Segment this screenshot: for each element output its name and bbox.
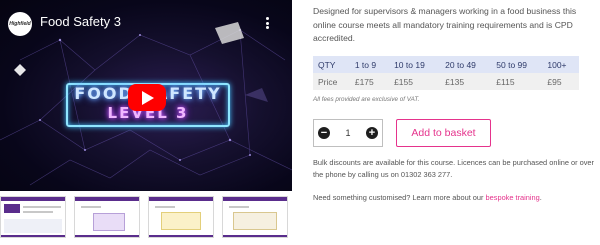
thumbnail-3[interactable]: [148, 196, 214, 238]
qty-tier: 50 to 99: [491, 56, 543, 73]
price-tier: £115: [491, 73, 543, 90]
play-button[interactable]: [128, 84, 166, 111]
thumbnail-strip: [0, 196, 292, 238]
quantity-stepper: − 1 +: [313, 119, 383, 147]
video-title[interactable]: Food Safety 3: [40, 14, 121, 29]
bespoke-training-link[interactable]: bespoke training: [486, 193, 540, 202]
price-tier: £175: [349, 73, 390, 90]
qty-tier: 100+: [542, 56, 579, 73]
customise-text: Need something customised? Learn more ab…: [313, 193, 598, 202]
course-description: Designed for supervisors & managers work…: [313, 6, 577, 43]
pricing-price-row: Price £175 £155 £135 £115 £95: [313, 73, 579, 90]
qty-tier: 1 to 9: [349, 56, 390, 73]
minus-icon[interactable]: −: [318, 127, 330, 139]
price-tier: £155: [389, 73, 441, 90]
qty-tier: 10 to 19: [389, 56, 441, 73]
thumbnail-4[interactable]: [222, 196, 288, 238]
price-tier: £135: [440, 73, 492, 90]
pricing-qty-row: QTY 1 to 9 10 to 19 20 to 49 50 to 99 10…: [313, 56, 579, 73]
qty-header: QTY: [313, 56, 350, 73]
price-header: Price: [313, 73, 350, 90]
thumbnail-2[interactable]: [74, 196, 140, 238]
video-player[interactable]: Highfield Food Safety 3 FOOD SAFETY LEVE…: [0, 0, 292, 191]
play-icon: [142, 90, 154, 105]
plus-icon[interactable]: +: [365, 127, 378, 139]
channel-logo[interactable]: Highfield: [8, 12, 32, 36]
bulk-discount-text: Bulk discounts are available for this co…: [313, 158, 595, 179]
more-vertical-icon[interactable]: [262, 14, 272, 32]
thumbnail-1[interactable]: [0, 196, 66, 238]
price-tier: £95: [542, 73, 579, 90]
vat-note: All fees provided are exclusive of VAT.: [313, 96, 420, 103]
customise-label: Need something customised? Learn more ab…: [313, 193, 486, 202]
customise-suffix: .: [539, 193, 542, 202]
add-to-basket-button[interactable]: Add to basket: [396, 119, 491, 147]
qty-tier: 20 to 49: [440, 56, 492, 73]
pricing-table: QTY 1 to 9 10 to 19 20 to 49 50 to 99 10…: [313, 56, 579, 90]
quantity-input[interactable]: 1: [345, 128, 350, 138]
